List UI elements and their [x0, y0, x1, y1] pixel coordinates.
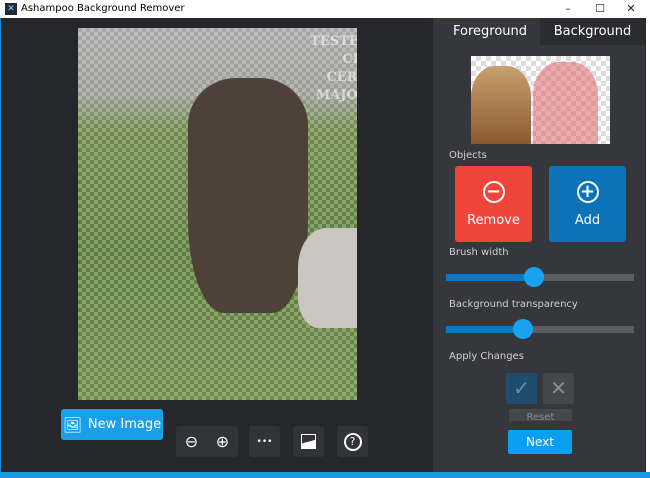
help-icon: ? [343, 432, 362, 451]
close-button[interactable]: ✕ [616, 0, 646, 18]
slider-handle[interactable] [513, 319, 534, 339]
new-image-label: New Image [87, 417, 162, 432]
compare-icon [301, 434, 316, 449]
rock-image [298, 228, 357, 328]
zoom-controls: ⊖ ⊕ [176, 426, 238, 457]
new-image-button[interactable]: 🖼 New Image [61, 409, 163, 440]
add-label: Add [574, 213, 601, 228]
image-canvas[interactable]: TESTED ★100% CLEAN CERTIFIED MAJORGEEKS [78, 28, 357, 400]
next-button[interactable]: Next [508, 430, 572, 454]
slider-handle[interactable] [524, 267, 545, 287]
dog-image [188, 78, 308, 313]
x-icon: ✕ [550, 376, 567, 400]
minimize-button[interactable]: – [553, 0, 583, 18]
settings-panel: Foreground Background Objects − Remove +… [433, 18, 645, 472]
transparency-slider[interactable] [446, 319, 634, 339]
help-button[interactable]: ? [337, 426, 368, 457]
zoom-out-icon[interactable]: ⊖ [185, 432, 198, 451]
more-button[interactable]: ••• [249, 426, 280, 457]
add-button[interactable]: + Add [549, 166, 626, 242]
watermark: TESTED ★100% CLEAN CERTIFIED MAJORGEEKS [310, 34, 357, 103]
check-icon: ✓ [513, 376, 530, 400]
discard-button[interactable]: ✕ [543, 373, 574, 404]
apply-changes-label: Apply Changes [449, 351, 524, 362]
preview-image [471, 56, 610, 144]
objects-label: Objects [449, 150, 487, 161]
tab-foreground[interactable]: Foreground [433, 18, 540, 45]
minus-circle-icon: − [482, 181, 505, 203]
maximize-button[interactable]: ☐ [585, 0, 615, 18]
zoom-in-icon[interactable]: ⊕ [216, 432, 229, 451]
reset-button[interactable]: Reset [509, 409, 572, 421]
window-title: Ashampoo Background Remover [21, 3, 185, 14]
tab-background[interactable]: Background [540, 18, 645, 45]
app-logo-icon: ✕ [5, 3, 17, 15]
remove-button[interactable]: − Remove [455, 166, 532, 242]
add-image-icon: 🖼 [62, 415, 82, 434]
title-bar: ✕ Ashampoo Background Remover – ☐ ✕ [0, 0, 650, 18]
transparency-label: Background transparency [449, 299, 578, 310]
brush-width-label: Brush width [449, 247, 509, 258]
plus-circle-icon: + [576, 181, 599, 203]
apply-button[interactable]: ✓ [506, 373, 537, 404]
remove-label: Remove [467, 213, 520, 228]
compare-button[interactable] [293, 426, 324, 457]
brush-width-slider[interactable] [446, 267, 634, 287]
